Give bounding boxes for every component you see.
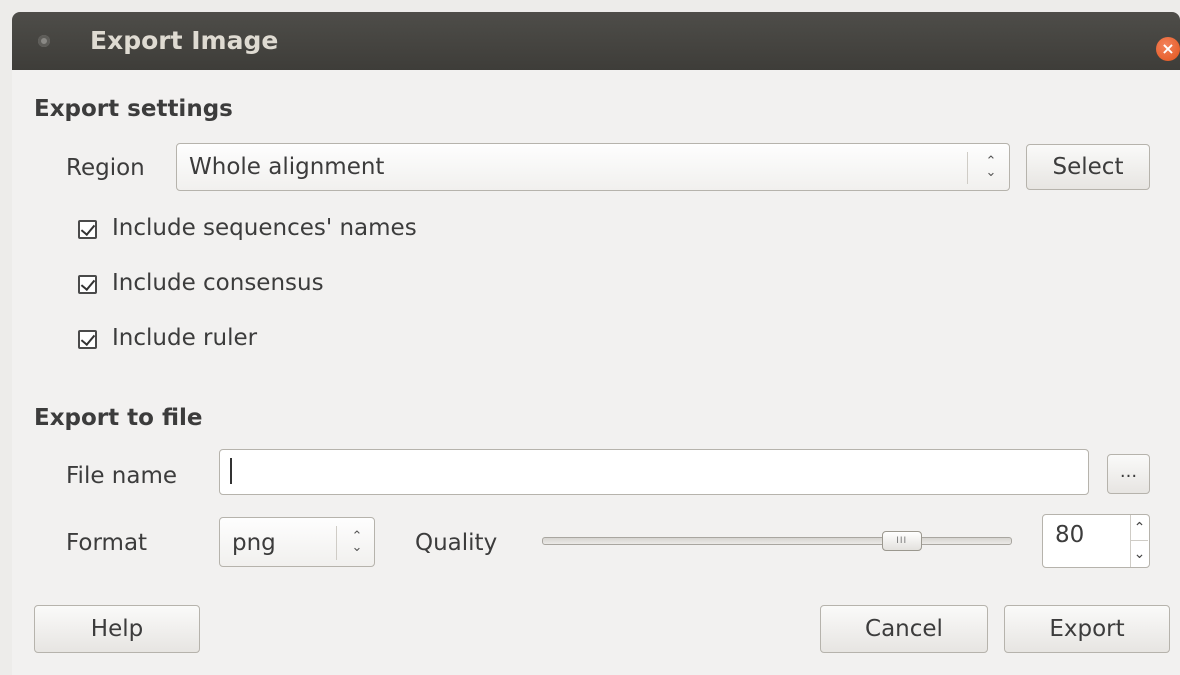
spin-down-icon[interactable]: ⌄ bbox=[1130, 541, 1148, 567]
include-sequence-names-label: Include sequences' names bbox=[112, 215, 417, 241]
checkbox-checked-icon[interactable] bbox=[78, 275, 97, 294]
combo-separator bbox=[967, 152, 968, 184]
region-value: Whole alignment bbox=[189, 154, 385, 180]
window-title: Export Image bbox=[90, 26, 279, 55]
export-to-file-heading: Export to file bbox=[34, 405, 203, 431]
text-caret bbox=[230, 458, 232, 484]
include-ruler-label: Include ruler bbox=[112, 325, 258, 351]
quality-slider-track[interactable] bbox=[542, 537, 1012, 545]
quality-label: Quality bbox=[415, 530, 498, 556]
select-button[interactable]: Select bbox=[1026, 144, 1150, 190]
export-image-dialog: Export Image × Export settings Region Wh… bbox=[0, 0, 1180, 675]
window-menu-icon[interactable] bbox=[38, 35, 50, 47]
checkbox-checked-icon[interactable] bbox=[78, 330, 97, 349]
region-label: Region bbox=[66, 155, 145, 181]
format-label: Format bbox=[66, 530, 148, 556]
quality-slider-handle[interactable]: III bbox=[881, 531, 922, 551]
include-consensus-label: Include consensus bbox=[112, 270, 324, 296]
format-value: png bbox=[232, 530, 276, 556]
browse-button[interactable]: ... bbox=[1107, 454, 1150, 494]
combo-separator bbox=[336, 526, 337, 560]
quality-value[interactable]: 80 bbox=[1055, 522, 1084, 548]
title-bar[interactable]: Export Image × bbox=[12, 12, 1180, 70]
checkbox-checked-icon[interactable] bbox=[78, 220, 97, 239]
export-settings-heading: Export settings bbox=[34, 96, 233, 122]
chevron-updown-icon: ⌃ ⌄ bbox=[351, 529, 363, 555]
file-name-label: File name bbox=[66, 463, 178, 489]
export-button[interactable]: Export bbox=[1004, 605, 1170, 653]
spin-up-icon[interactable]: ⌃ bbox=[1130, 515, 1148, 541]
close-icon[interactable]: × bbox=[1156, 37, 1180, 61]
dialog-body: Export settings Region Whole alignment ⌃… bbox=[12, 70, 1180, 675]
help-button[interactable]: Help bbox=[34, 605, 200, 653]
file-name-input[interactable] bbox=[219, 449, 1089, 495]
format-combobox[interactable]: png ⌃ ⌄ bbox=[219, 517, 375, 567]
region-combobox[interactable]: Whole alignment ⌃ ⌄ bbox=[176, 143, 1010, 191]
quality-spinbox[interactable]: 80 ⌃ ⌄ bbox=[1042, 514, 1150, 568]
chevron-updown-icon: ⌃ ⌄ bbox=[985, 154, 997, 180]
cancel-button[interactable]: Cancel bbox=[820, 605, 988, 653]
